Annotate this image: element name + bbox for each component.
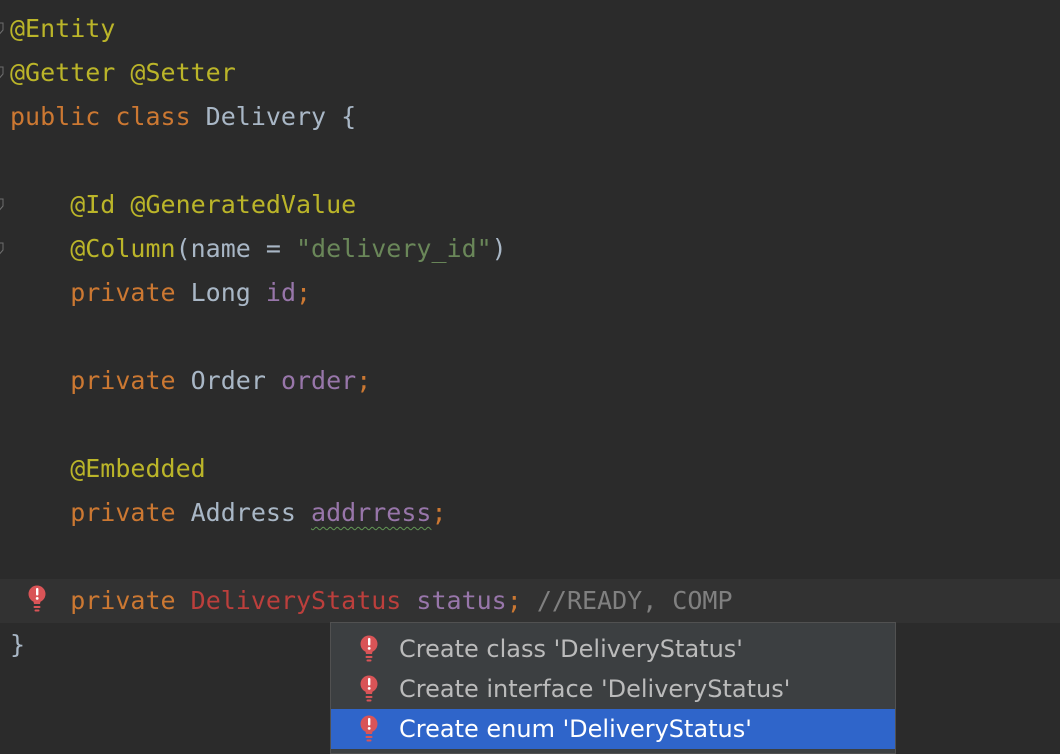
code-text: private DeliveryStatus status; //READY, … [10, 579, 733, 623]
code-token-keyword: private [10, 278, 176, 307]
code-line[interactable] [0, 315, 1060, 359]
quick-fix-list: Create class 'DeliveryStatus' Create inte… [331, 629, 895, 749]
code-token-keyword: public class [10, 102, 191, 131]
code-token-comment: //READY, COMP [521, 586, 733, 615]
code-token-keyword: ; [431, 498, 447, 527]
code-token-plain: Address [175, 498, 312, 527]
quick-fix-item[interactable]: Create interface 'DeliveryStatus' [331, 669, 895, 709]
code-text: @Id @GeneratedValue [10, 183, 356, 227]
code-token-string: "delivery_id" [296, 234, 492, 263]
fold-marker-icon[interactable] [0, 66, 4, 79]
code-text: } [10, 623, 25, 667]
code-line[interactable]: @Entity [0, 7, 1060, 51]
code-token-annotation: @Getter @Setter [10, 58, 236, 87]
error-bulb-icon[interactable] [359, 634, 379, 664]
code-token-annotation: @Column [10, 234, 176, 263]
code-token-plain: ) [491, 234, 507, 263]
code-line[interactable] [0, 535, 1060, 579]
quick-fix-item[interactable]: Create enum 'DeliveryStatus' [331, 709, 895, 749]
code-line[interactable] [0, 403, 1060, 447]
quick-fix-popup: Create class 'DeliveryStatus' Create inte… [330, 622, 896, 754]
code-token-annotation: @Entity [10, 14, 116, 43]
quick-fix-item-label: Create class 'DeliveryStatus' [399, 635, 743, 663]
code-text: private Long id; [10, 271, 311, 315]
code-line[interactable]: public class Delivery { [0, 95, 1060, 139]
code-line[interactable]: private Address addrress; [0, 491, 1060, 535]
code-text: @Embedded [10, 447, 206, 491]
code-token-keyword: private [10, 498, 176, 527]
code-text: private Address addrress; [10, 491, 447, 535]
code-line[interactable]: @Getter @Setter [0, 51, 1060, 95]
code-line[interactable]: private Long id; [0, 271, 1060, 315]
code-token-plain: } [10, 630, 26, 659]
code-token-plain: Long [175, 278, 266, 307]
fold-marker-icon[interactable] [0, 198, 4, 211]
code-token-plain: (name = [175, 234, 296, 263]
code-token-annotation: @Id @GeneratedValue [10, 190, 357, 219]
fold-marker-icon[interactable] [0, 242, 4, 255]
code-text: @Getter @Setter [10, 51, 236, 95]
code-text: @Column(name = "delivery_id") [10, 227, 507, 271]
quick-fix-item-label: Create enum 'DeliveryStatus' [399, 715, 752, 743]
code-line[interactable]: @Column(name = "delivery_id") [0, 227, 1060, 271]
quick-fix-item[interactable]: Create class 'DeliveryStatus' [331, 629, 895, 669]
code-token-field: addrress [311, 498, 432, 527]
code-token-keyword: ; [356, 366, 372, 395]
code-line[interactable]: private Order order; [0, 359, 1060, 403]
code-token-keyword: ; [296, 278, 312, 307]
code-text: public class Delivery { [10, 95, 356, 139]
code-token-annotation: @Embedded [10, 454, 206, 483]
code-token-plain: Order [175, 366, 281, 395]
code-line[interactable]: @Id @GeneratedValue [0, 183, 1060, 227]
code-token-plain: Delivery { [190, 102, 357, 131]
code-token-keyword: private [10, 366, 176, 395]
code-line[interactable]: @Embedded [0, 447, 1060, 491]
current-code-line[interactable]: private DeliveryStatus status; //READY, … [0, 579, 1060, 623]
code-token-keyword: ; [506, 586, 522, 615]
code-token-field: id [265, 278, 296, 307]
code-token-field: order [280, 366, 357, 395]
code-text: private Order order; [10, 359, 371, 403]
code-text: @Entity [10, 7, 115, 51]
code-token-field: status [416, 586, 507, 615]
code-line[interactable] [0, 139, 1060, 183]
fold-marker-icon[interactable] [0, 22, 4, 35]
code-token-keyword: private [10, 586, 176, 615]
code-editor[interactable]: @Entity @Getter @Setter public class Deliv… [0, 0, 1060, 754]
error-bulb-icon[interactable] [359, 714, 379, 744]
code-token-error: DeliveryStatus [190, 586, 402, 615]
quick-fix-item-label: Create interface 'DeliveryStatus' [399, 675, 791, 703]
error-bulb-icon[interactable] [359, 674, 379, 704]
